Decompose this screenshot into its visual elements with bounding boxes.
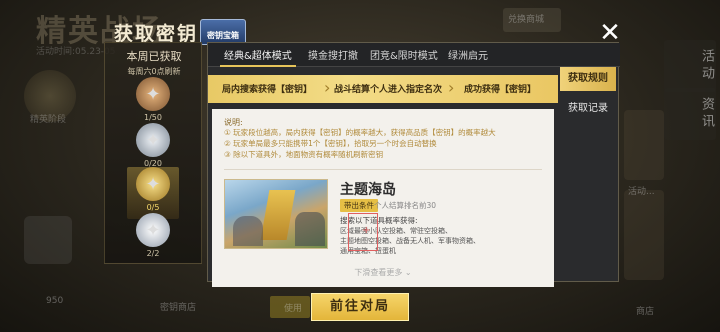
silver-emblem-icon: ✦ [136, 123, 170, 157]
tab-search-extract[interactable]: 摸金搜打撤 [308, 47, 358, 62]
background-side-tab-activity: 活动 [664, 40, 716, 92]
step-rank: 战斗结算个人进入指定名次 [334, 85, 443, 95]
tab-oasis[interactable]: 绿洲启元 [448, 47, 488, 62]
step-search: 局内搜索获得【密钥】 [222, 85, 313, 95]
weekly-progress-panel: 本周已获取 每周六0点刷新 ✦ 1/50 ✦ 0/20 ✦ 0/5 ✦ 2/2 [104, 42, 202, 264]
weekly-refresh-note: 每周六0点刷新 [127, 67, 181, 76]
description-line: ③ 除以下道具外，地面物资有概率随机刷新密钥 [224, 150, 384, 159]
rules-content: 说明: ① 玩家段位越高，局内获得【密钥】的概率越大，获得高品质【密钥】的概率越… [212, 109, 554, 287]
chevron-right-icon: › [448, 78, 455, 97]
tab-acquire-rules[interactable]: 获取规则 [560, 67, 616, 91]
chevron-right-icon: › [324, 78, 331, 97]
map-thumbnail [224, 179, 328, 249]
condition-badge: 带出条件 [340, 199, 378, 212]
description-line: ② 玩家单局最多只能携带1个【密钥】，拾取另一个时会自动替换 [224, 139, 437, 148]
divider [224, 169, 542, 170]
map-name: 主题海岛 [340, 182, 396, 198]
tier-count: 1/50 [144, 113, 162, 122]
platinum-emblem-icon: ✦ [136, 213, 170, 247]
background-shop-bottom: 商店 [636, 307, 655, 317]
bronze-emblem-icon: ✦ [136, 77, 170, 111]
mode-tab-bar: 经典&超体模式 摸金搜打撤 团竞&限时模式 绿洲启元 [208, 43, 620, 67]
background-card-text: 活动... [628, 187, 655, 197]
go-to-match-button[interactable]: 前往对局 [311, 293, 409, 321]
background-left-label: 精英阶段 [30, 115, 67, 125]
scroll-more-hint[interactable]: 下滑查看更多 ⌄ [208, 267, 558, 278]
background-use-label: 使用 [284, 304, 303, 314]
background-card [624, 190, 664, 280]
background-shop-label: 兑换商城 [508, 15, 545, 25]
background-count: 950 [46, 296, 64, 306]
tab-acquire-records[interactable]: 获取记录 [560, 97, 616, 121]
tier-bronze: ✦ 1/50 [127, 77, 179, 129]
gold-emblem-icon: ✦ [136, 167, 170, 201]
description-line: ① 玩家段位越高，局内获得【密钥】的概率越大，获得高品质【密钥】的概率越大 [224, 128, 496, 137]
background-item-icon [24, 216, 72, 264]
tier-count: 2/2 [146, 249, 160, 258]
tier-platinum: ✦ 2/2 [127, 213, 179, 265]
background-key-shop: 密钥商店 [160, 303, 197, 313]
key-acquire-panel: 经典&超体模式 摸金搜打撤 团竞&限时模式 绿洲启元 局内搜索获得【密钥】 › … [207, 42, 620, 287]
background-card [624, 110, 664, 180]
weekly-progress-title: 本周已获取 [126, 50, 182, 63]
tier-gold: ✦ 0/5 [127, 167, 179, 219]
acquire-steps-bar: 局内搜索获得【密钥】 › 战斗结算个人进入指定名次 › 成功获得【密钥】 [208, 75, 558, 103]
tier-count: 0/5 [146, 203, 160, 212]
tab-team-limited[interactable]: 团竞&限时模式 [370, 47, 438, 62]
tab-classic-mode[interactable]: 经典&超体模式 [220, 47, 296, 67]
background-side-tab-news: 资讯 [664, 88, 716, 140]
step-obtain: 成功获得【密钥】 [464, 85, 537, 95]
plus-icon: + [362, 225, 371, 236]
condition-text: 个人结算排名前30 [374, 201, 437, 210]
